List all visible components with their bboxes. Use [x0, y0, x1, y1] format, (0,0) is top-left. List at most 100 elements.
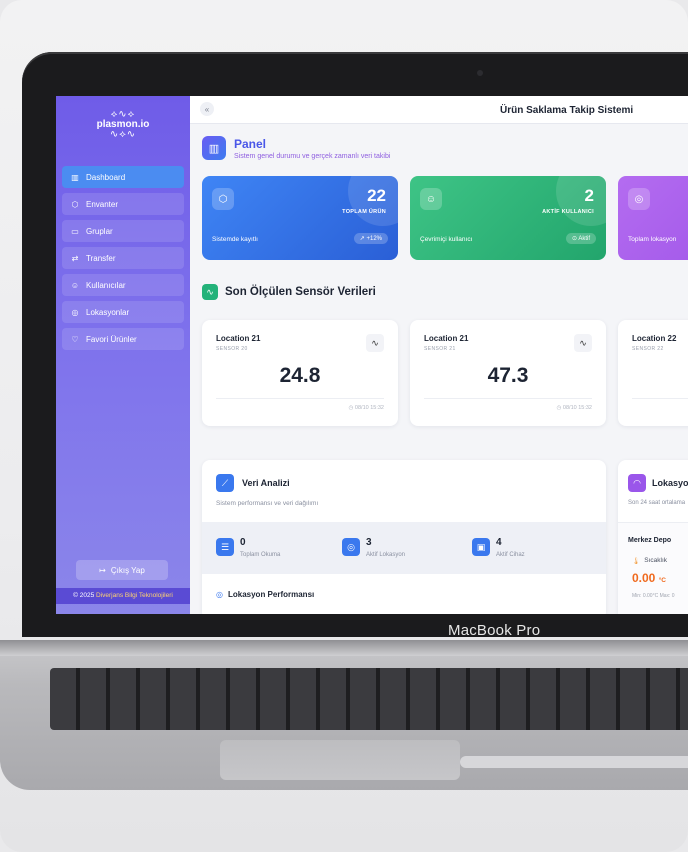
sensor-location: Location 22	[632, 334, 677, 343]
stat-card-locations[interactable]: ◎ Toplam lokasyon	[618, 176, 688, 260]
sidebar-item-label: Envanter	[86, 199, 119, 209]
sensor-value: 24.8	[279, 364, 321, 387]
sidebar-item-label: Kullanıcılar	[86, 280, 126, 290]
database-icon: ☰	[216, 538, 234, 556]
heart-icon: ♡	[71, 334, 79, 344]
temperature-label: 🌡 Sıcaklık	[632, 557, 667, 565]
sensor-section-header: ∿ Son Ölçülen Sensör Verileri	[202, 284, 376, 300]
folder-icon: ▭	[71, 226, 79, 236]
analysis-stat-label: Toplam Okuma	[240, 552, 281, 558]
section-title: Son Ölçülen Sensör Verileri	[225, 286, 376, 298]
line-chart-icon: ⟋	[216, 474, 234, 492]
sensor-location: Location 21	[216, 334, 261, 343]
hinge	[0, 640, 688, 656]
sensor-card[interactable]: Location 22 SENSOR 22 23	[618, 320, 688, 426]
sensor-card[interactable]: Location 21 SENSOR 20 ∿ 24.8 ◷ 08/10 15:…	[202, 320, 398, 426]
location-icon: ◎	[216, 590, 223, 599]
temperature-range: Min: 0.00°C Max: 0	[632, 593, 675, 599]
sidebar-item-label: Dashboard	[86, 172, 126, 182]
sidebar-item-label: Gruplar	[86, 226, 113, 236]
stat-footer: Sistemde kayıtlı	[212, 236, 258, 243]
stat-footer: Toplam lokasyon	[628, 236, 677, 243]
sidebar-item-dashboard[interactable]: ▥ Dashboard	[62, 166, 184, 188]
sensor-id: SENSOR 21	[424, 346, 456, 352]
sidebar-item-label: Transfer	[86, 253, 116, 263]
page-title: Panel	[234, 137, 267, 151]
sidebar-item-label: Lokasyonlar	[86, 307, 130, 317]
card-subtitle: Sistem performansı ve veri dağılımı	[216, 500, 319, 507]
sidebar-item-kullanicilar[interactable]: ☺ Kullanıcılar	[62, 274, 184, 296]
location-icon: ◎	[342, 538, 360, 556]
laptop-lid: ⟡∿⟡ plasmon.io ∿⟡∿ ▥ Dashboard ⬡ Envante…	[22, 52, 688, 637]
sensor-id: SENSOR 20	[216, 346, 248, 352]
collapse-sidebar-button[interactable]: «	[200, 102, 214, 116]
copyright-company: Diverjans Bilgi Teknolojileri	[96, 592, 173, 599]
device-label: MacBook Pro	[448, 622, 541, 639]
temperature-value: 0.00 °C	[632, 571, 666, 585]
depot-panel[interactable]: Merkez Depo 🌡 Sıcaklık 0.00 °C Min: 0.00…	[618, 522, 688, 614]
box-icon: ⬡	[71, 199, 79, 209]
sensor-value: 47.3	[487, 364, 529, 387]
analysis-stat-value: 0	[240, 537, 246, 548]
analysis-stat-label: Aktif Lokasyon	[366, 552, 406, 558]
analysis-stat-value: 3	[366, 537, 372, 548]
sensor-card[interactable]: Location 21 SENSOR 21 ∿ 47.3 ◷ 08/10 15:…	[410, 320, 606, 426]
stat-card-users[interactable]: ☺ 2 AKTİF KULLANICI Çevrimiçi kullanıcı …	[410, 176, 606, 260]
card-title: Veri Analizi	[242, 478, 290, 488]
temperature-unit: °C	[658, 577, 666, 584]
sidebar-item-label: Favori Ürünler	[86, 334, 137, 344]
page-subtitle: Sistem genel durumu ve gerçek zamanlı ve…	[234, 153, 391, 160]
copyright-prefix: © 2025	[73, 592, 95, 599]
sidebar-item-gruplar[interactable]: ▭ Gruplar	[62, 220, 184, 242]
card-subtitle: Son 24 saat ortalama	[628, 500, 686, 506]
logout-button[interactable]: ↦ Çıkış Yap	[76, 560, 168, 580]
copyright: © 2025 Diverjans Bilgi Teknolojileri	[56, 588, 190, 604]
main-content: « Ürün Saklama Takip Sistemi ▥ Panel Sis…	[190, 96, 688, 614]
logout-icon: ↦	[99, 565, 106, 575]
temperature-label-text: Sıcaklık	[644, 557, 668, 564]
location-performance-label: Lokasyon Performansı	[227, 590, 315, 599]
data-analysis-card: ⟋ Veri Analizi Sistem performansı ve ver…	[202, 460, 606, 614]
stat-card-products[interactable]: ⬡ 22 TOPLAM ÜRÜN Sistemde kayıtlı ↗ +12%	[202, 176, 398, 260]
stat-label: TOPLAM ÜRÜN	[342, 209, 386, 215]
sidebar-item-favori-urunler[interactable]: ♡ Favori Ürünler	[62, 328, 184, 350]
sidebar: ⟡∿⟡ plasmon.io ∿⟡∿ ▥ Dashboard ⬡ Envante…	[56, 96, 190, 614]
temperature-number: 0.00	[632, 571, 656, 585]
thermometer-icon: 🌡	[632, 558, 641, 565]
panel-header: ▥ Panel Sistem genel durumu ve gerçek za…	[202, 136, 390, 160]
divider	[424, 398, 592, 399]
app-title: Ürün Saklama Takip Sistemi	[500, 105, 634, 116]
card-title: Lokasyon	[652, 478, 688, 488]
logout-label: Çıkış Yap	[110, 565, 145, 575]
laptop-screen: ⟡∿⟡ plasmon.io ∿⟡∿ ▥ Dashboard ⬡ Envante…	[56, 96, 688, 614]
sensor-location: Location 21	[424, 334, 469, 343]
location-icon: ◎	[628, 188, 650, 210]
sidebar-item-lokasyonlar[interactable]: ◎ Lokasyonlar	[62, 301, 184, 323]
pulse-icon: ∿	[202, 284, 218, 300]
divider	[632, 398, 688, 399]
stat-value: 2	[584, 186, 594, 205]
stat-value: 22	[367, 186, 386, 205]
analysis-stat-value: 4	[496, 537, 502, 548]
pulse-icon: ∿	[574, 334, 592, 352]
gauge-icon: ◠	[628, 474, 646, 492]
sidebar-nav: ▥ Dashboard ⬡ Envanter ▭ Gruplar ⇄ Trans…	[56, 166, 190, 350]
sensor-id: SENSOR 22	[632, 346, 664, 352]
sidebar-item-envanter[interactable]: ⬡ Envanter	[62, 193, 184, 215]
logo[interactable]: ⟡∿⟡ plasmon.io ∿⟡∿	[56, 104, 190, 146]
sensor-timestamp: ◷ 08/10 15:32	[348, 405, 384, 411]
analysis-stat-label: Aktif Cihaz	[496, 552, 525, 558]
sidebar-item-transfer[interactable]: ⇄ Transfer	[62, 247, 184, 269]
chart-icon: ▥	[71, 172, 79, 182]
divider	[216, 398, 384, 399]
users-icon: ☺	[420, 188, 442, 210]
users-icon: ☺	[70, 280, 80, 290]
stat-footer: Çevrimiçi kullanıcı	[420, 236, 473, 243]
camera	[477, 70, 483, 76]
analysis-stat-readings: ☰ 0 Toplam Okuma	[216, 538, 280, 558]
box-icon: ⬡	[212, 188, 234, 210]
bar-chart-icon: ▥	[202, 136, 226, 160]
logo-mark-icon: ∿⟡∿	[109, 129, 137, 140]
location-icon: ◎	[71, 307, 79, 317]
trackpad	[220, 740, 460, 780]
